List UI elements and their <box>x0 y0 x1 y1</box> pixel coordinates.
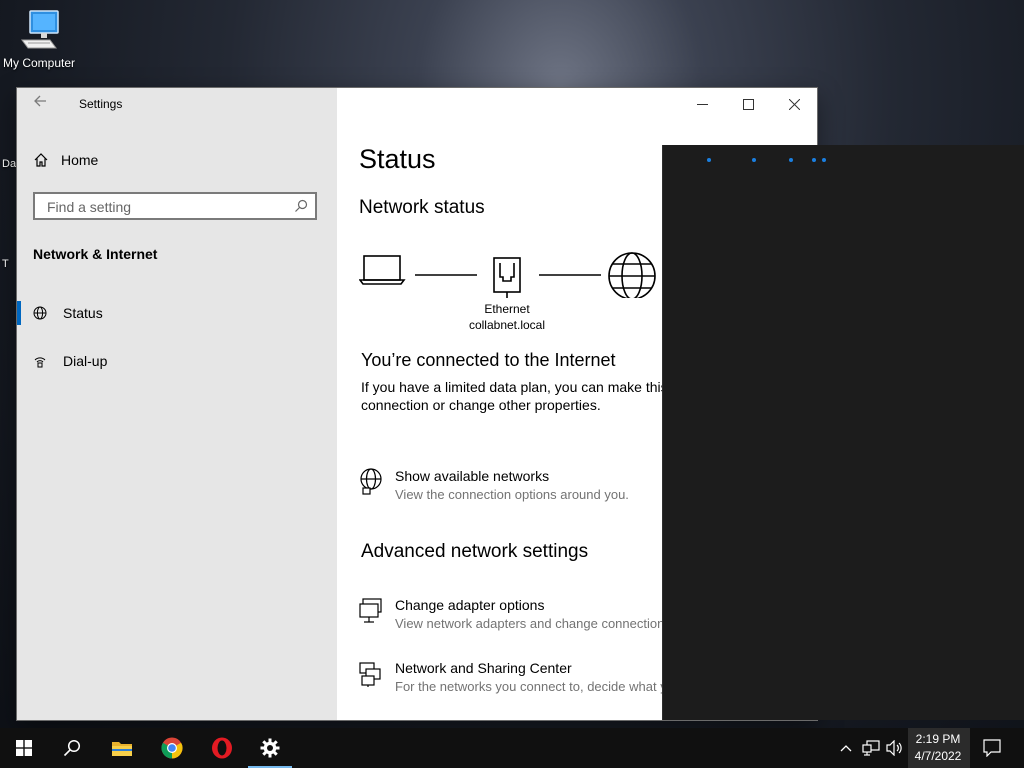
speaker-icon <box>886 740 902 756</box>
dialup-icon <box>34 357 46 368</box>
desktop-clipped-label: Da <box>2 158 17 170</box>
sidebar-item-status[interactable]: Status <box>17 293 337 333</box>
clock-time: 2:19 PM <box>915 732 961 746</box>
network-name: collabnet.local <box>468 318 546 332</box>
find-setting-search-box[interactable] <box>33 192 317 220</box>
back-arrow-icon[interactable] <box>33 94 47 112</box>
link-title: Show available networks <box>395 468 550 484</box>
network-icon <box>862 740 880 756</box>
loading-dot <box>812 158 816 162</box>
desktop-clipped-label: T <box>2 258 9 270</box>
sidebar-item-label: Dial-up <box>63 353 108 369</box>
link-subtitle: View the connection options around you. <box>395 487 629 502</box>
computer-icon <box>21 10 59 49</box>
maximize-icon <box>742 98 754 110</box>
home-icon <box>34 153 48 167</box>
chevron-up-icon <box>840 745 852 752</box>
taskbar: 2:19 PM 4/7/2022 <box>0 728 1024 768</box>
home-nav-item[interactable]: Home <box>33 152 98 168</box>
chrome-button[interactable] <box>148 728 196 768</box>
laptop-icon <box>359 255 406 285</box>
home-label: Home <box>61 152 99 168</box>
ethernet-port-icon <box>493 257 521 298</box>
my-computer-desktop-icon[interactable]: My Computer <box>0 8 78 70</box>
action-center-button[interactable] <box>976 728 1008 768</box>
network-adapter-icon <box>359 598 382 623</box>
adapter-name: Ethernet <box>484 302 530 316</box>
network-status-heading: Network status <box>359 197 485 218</box>
globe-network-icon <box>360 468 382 495</box>
minimize-icon <box>696 103 708 105</box>
globe-icon <box>33 306 47 320</box>
volume-tray-button[interactable] <box>884 728 906 768</box>
search-icon[interactable] <box>294 199 308 213</box>
file-explorer-button[interactable] <box>98 728 146 768</box>
folder-icon <box>112 742 132 756</box>
clock-date: 4/7/2022 <box>914 749 962 763</box>
loading-dot <box>789 158 793 162</box>
network-tray-button[interactable] <box>860 728 882 768</box>
close-button[interactable] <box>771 88 817 120</box>
loading-dot <box>752 158 756 162</box>
settings-nav-pane: Settings Home Network & Internet Status … <box>17 88 337 720</box>
search-button[interactable] <box>48 728 96 768</box>
title-bar: Settings <box>17 88 337 120</box>
gear-icon <box>260 738 280 758</box>
window-title: Settings <box>79 97 123 111</box>
minimize-button[interactable] <box>679 88 725 120</box>
start-button[interactable] <box>0 728 48 768</box>
chrome-icon <box>161 737 183 759</box>
settings-taskbar-button[interactable] <box>246 728 294 768</box>
sharing-center-icon <box>359 662 381 687</box>
clock[interactable]: 2:19 PM 4/7/2022 <box>910 731 966 765</box>
notification-icon <box>983 739 1001 757</box>
search-icon <box>63 739 81 757</box>
advanced-settings-heading: Advanced network settings <box>361 541 589 562</box>
my-computer-label: My Computer <box>2 56 76 70</box>
adapter-caption: Ethernet collabnet.local <box>467 301 547 333</box>
loading-overlay-panel <box>663 145 1024 720</box>
nav-section-title: Network & Internet <box>33 246 158 262</box>
sidebar-item-dial-up[interactable]: Dial-up <box>17 341 337 381</box>
opera-button[interactable] <box>198 728 246 768</box>
internet-globe-icon <box>608 252 656 298</box>
maximize-button[interactable] <box>725 88 771 120</box>
close-icon <box>788 98 800 110</box>
show-hidden-icons-button[interactable] <box>836 728 856 768</box>
sidebar-item-label: Status <box>63 305 103 321</box>
windows-logo-icon <box>16 740 32 756</box>
loading-dot <box>707 158 711 162</box>
opera-icon <box>212 737 232 759</box>
loading-dot <box>822 158 826 162</box>
show-available-networks-link[interactable]: Show available networks View the connect… <box>359 468 629 502</box>
network-status-diagram <box>359 252 656 298</box>
connection-status-heading: You’re connected to the Internet <box>361 350 616 370</box>
search-input[interactable] <box>45 198 289 216</box>
page-title: Status <box>359 144 436 174</box>
